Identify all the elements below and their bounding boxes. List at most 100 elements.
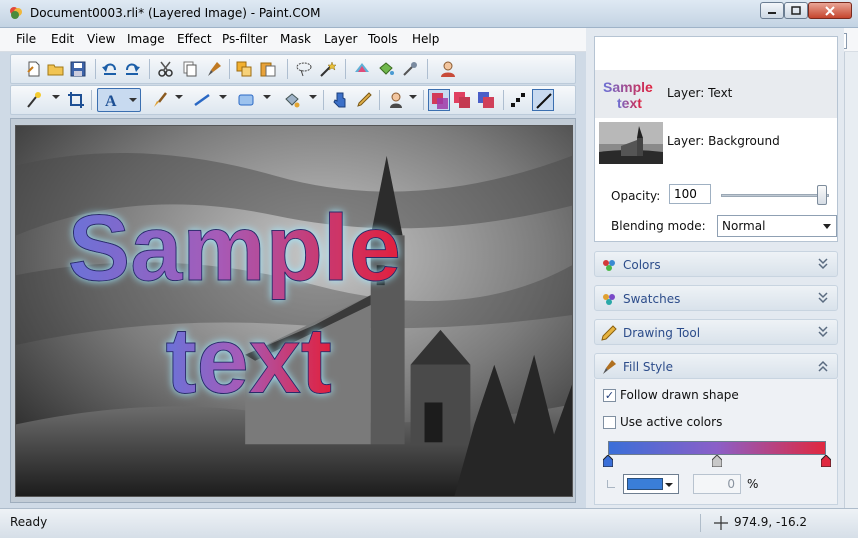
dropdown-arrow[interactable]: [409, 95, 417, 99]
fill-style-section-header[interactable]: Fill Style: [594, 353, 838, 379]
magic-brush-icon[interactable]: [25, 91, 43, 109]
stop-position-input[interactable]: 0: [693, 474, 741, 494]
fill-bucket-icon[interactable]: [283, 91, 301, 109]
open-folder-icon[interactable]: [47, 60, 65, 78]
swatches-section-header[interactable]: Swatches: [594, 285, 838, 311]
menu-ps-filter[interactable]: Ps-filter: [222, 32, 268, 46]
menu-image[interactable]: Image: [127, 32, 165, 46]
drawing-tool-section-header[interactable]: Drawing Tool: [594, 319, 838, 345]
dropdown-arrow[interactable]: [52, 95, 60, 99]
user-account-icon[interactable]: [439, 60, 457, 78]
paint-bucket-icon[interactable]: [377, 60, 395, 78]
palette-icon: [603, 260, 615, 271]
svg-text:A: A: [105, 93, 117, 109]
toolbar-separator: [323, 90, 324, 110]
paste-brush-icon[interactable]: [205, 60, 223, 78]
gradient-stop-middle[interactable]: [712, 455, 722, 467]
canvas-artwork: Sample text: [16, 126, 572, 496]
save-icon[interactable]: [69, 60, 87, 78]
toolbar-separator: [95, 59, 96, 79]
menu-layer[interactable]: Layer: [324, 32, 357, 46]
menu-view[interactable]: View: [87, 32, 115, 46]
menu-edit[interactable]: Edit: [51, 32, 74, 46]
opacity-label: Opacity:: [611, 189, 661, 203]
undo-icon[interactable]: [101, 60, 119, 78]
thumb-text-line2: text: [617, 95, 642, 111]
layer-row-background[interactable]: Layer: Background: [595, 118, 837, 166]
toolbar-separator: [149, 59, 150, 79]
menu-help[interactable]: Help: [412, 32, 439, 46]
toolbar-separator: [91, 90, 92, 110]
toolbar-separator: [287, 59, 288, 79]
crop-icon[interactable]: [67, 91, 85, 109]
magic-wand-icon[interactable]: [319, 60, 337, 78]
new-document-icon[interactable]: [25, 60, 43, 78]
eyedropper-icon[interactable]: [401, 60, 419, 78]
dropdown-arrow[interactable]: [219, 95, 227, 99]
lasso-icon[interactable]: [295, 60, 313, 78]
toolbar-separator: [503, 90, 504, 110]
canvas-area: Sample text: [10, 118, 576, 503]
stop-color-picker[interactable]: [623, 474, 679, 494]
pencil-icon: [601, 325, 617, 341]
dropdown-arrow[interactable]: [263, 95, 271, 99]
maximize-icon: [791, 6, 801, 15]
blending-mode-select[interactable]: Normal: [717, 215, 837, 237]
layers-subtract-icon[interactable]: [453, 91, 471, 109]
layers-intersect-icon[interactable]: [477, 91, 495, 109]
line-tool-icon[interactable]: [193, 91, 211, 109]
menu-file[interactable]: File: [16, 32, 36, 46]
colors-section-header[interactable]: Colors: [594, 251, 838, 277]
use-active-colors-checkbox[interactable]: [603, 416, 616, 429]
layer-row-text[interactable]: Sample text Layer: Text: [595, 70, 837, 118]
opacity-slider[interactable]: [721, 194, 829, 197]
menu-mask[interactable]: Mask: [280, 32, 311, 46]
brush-icon[interactable]: [151, 91, 169, 109]
hand-pointer-icon[interactable]: [331, 91, 349, 109]
window-title: Document0003.rli* (Layered Image) - Pain…: [30, 6, 321, 20]
thumb-text-line1: Sample: [603, 79, 653, 95]
maximize-button[interactable]: [784, 2, 808, 19]
toolbar-separator: [379, 90, 380, 110]
layers-panel: Sample text Layer: Text Layer: Backgroun…: [594, 36, 838, 242]
dropdown-arrow[interactable]: [309, 95, 317, 99]
text-tool-button[interactable]: A: [97, 88, 141, 112]
antialias-button[interactable]: [532, 89, 554, 111]
duplicate-icon[interactable]: [235, 60, 253, 78]
double-chevron-down-icon: [818, 326, 828, 338]
double-chevron-up-icon: [818, 360, 828, 372]
tools-toolbar: A: [10, 85, 576, 115]
minimize-button[interactable]: [760, 2, 784, 19]
gradient-editor-bar[interactable]: [608, 441, 826, 455]
copy-icon[interactable]: [181, 60, 199, 78]
redo-icon[interactable]: [123, 60, 141, 78]
paste-into-icon[interactable]: [259, 60, 277, 78]
color-mix-icon[interactable]: [353, 60, 371, 78]
image-canvas[interactable]: Sample text: [15, 125, 573, 497]
paint-app-icon: [10, 7, 22, 19]
dropdown-arrow[interactable]: [129, 98, 137, 102]
chevron-down-icon: [665, 483, 673, 487]
dropdown-arrow[interactable]: [175, 95, 183, 99]
opacity-input[interactable]: [669, 184, 711, 204]
blend-mode-1-button[interactable]: [428, 89, 450, 111]
status-bar: Ready 974.9, -16.2: [0, 508, 858, 538]
close-button[interactable]: [808, 2, 852, 19]
drawing-tool-section-title: Drawing Tool: [623, 326, 701, 340]
stop-color-swatch: [627, 478, 663, 490]
opacity-slider-thumb[interactable]: [817, 185, 827, 205]
gradient-stop-left[interactable]: [603, 455, 613, 467]
menu-effect[interactable]: Effect: [177, 32, 212, 46]
clone-stamp-icon[interactable]: [387, 91, 405, 109]
pencil-icon[interactable]: [355, 91, 373, 109]
follow-drawn-shape-checkbox[interactable]: ✓: [603, 389, 616, 402]
menu-tools[interactable]: Tools: [368, 32, 398, 46]
blending-mode-value: Normal: [722, 219, 766, 233]
layer-thumbnail-text: Sample text: [603, 79, 653, 111]
title-bar: Document0003.rli* (Layered Image) - Pain…: [0, 0, 858, 28]
panel-scrollbar[interactable]: [844, 52, 858, 508]
stair-line-icon[interactable]: [509, 91, 527, 109]
gradient-stop-right[interactable]: [821, 455, 831, 467]
cut-icon[interactable]: [157, 60, 175, 78]
shape-tool-icon[interactable]: [237, 91, 255, 109]
